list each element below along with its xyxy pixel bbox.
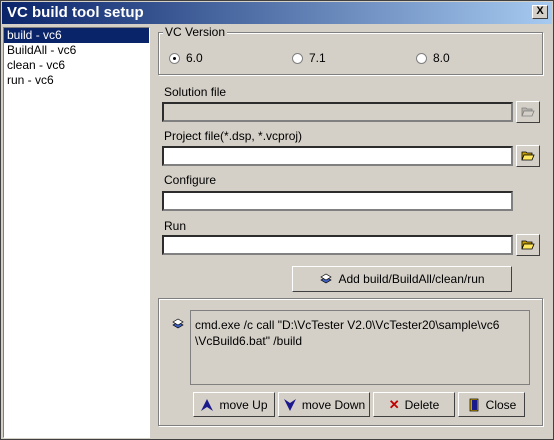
move-down-label: move Down (301, 397, 366, 412)
radio-label: 8.0 (433, 51, 450, 65)
close-label: Close (485, 397, 517, 412)
list-item[interactable]: run - vc6 (4, 73, 149, 88)
list-item[interactable]: build - vc6 (4, 28, 149, 43)
radio-vc-7-1[interactable]: 7.1 (292, 51, 326, 65)
arrow-up-icon (200, 398, 214, 412)
delete-label: Delete (404, 397, 440, 412)
command-preview: cmd.exe /c call "D:\VcTester V2.0\VcTest… (190, 310, 530, 385)
move-up-button[interactable]: move Up (193, 392, 275, 417)
run-field[interactable] (162, 235, 513, 255)
folder-open-icon (521, 240, 535, 250)
list-item[interactable]: BuildAll - vc6 (4, 43, 149, 58)
door-exit-icon (467, 398, 481, 412)
setup-window: VC build tool setup X build - vc6 BuildA… (0, 0, 554, 440)
radio-checked-icon (169, 52, 180, 64)
solution-file-label: Solution file (164, 85, 227, 99)
command-line-2: \VcBuild6.bat" /build (195, 334, 302, 348)
radio-vc-8-0[interactable]: 8.0 (416, 51, 450, 65)
project-file-label: Project file(*.dsp, *.vcproj) (164, 129, 303, 143)
configure-label: Configure (164, 173, 217, 187)
radio-label: 6.0 (186, 51, 203, 65)
window-close-button[interactable]: X (532, 5, 548, 19)
configure-field[interactable] (162, 191, 513, 211)
radio-unchecked-icon (292, 52, 303, 64)
window-title: VC build tool setup (7, 4, 144, 21)
add-build-button[interactable]: Add build/BuildAll/clean/run (292, 266, 512, 292)
config-list[interactable]: build - vc6 BuildAll - vc6 clean - vc6 r… (3, 27, 150, 438)
stack-add-icon (319, 272, 333, 286)
radio-unchecked-icon (416, 52, 427, 64)
title-bar[interactable]: VC build tool setup X (2, 2, 552, 24)
stack-icon (171, 317, 185, 334)
vc-version-label: VC Version (163, 25, 228, 39)
folder-open-icon (521, 107, 535, 117)
project-browse-button[interactable] (516, 145, 540, 167)
close-button[interactable]: Close (458, 392, 525, 417)
move-down-button[interactable]: move Down (278, 392, 370, 417)
command-line-1: cmd.exe /c call "D:\VcTester V2.0\VcTest… (195, 318, 500, 332)
delete-button[interactable]: ✕ Delete (373, 392, 455, 417)
folder-open-icon (521, 151, 535, 161)
radio-label: 7.1 (309, 51, 326, 65)
solution-file-field (162, 102, 513, 122)
delete-x-icon: ✕ (388, 396, 400, 412)
run-browse-button[interactable] (516, 234, 540, 256)
radio-vc-6-0[interactable]: 6.0 (169, 51, 203, 65)
list-item[interactable]: clean - vc6 (4, 58, 149, 73)
project-file-field[interactable] (162, 146, 513, 166)
add-build-label: Add build/BuildAll/clean/run (338, 272, 485, 286)
solution-browse-button (516, 101, 540, 123)
run-label: Run (164, 219, 187, 233)
move-up-label: move Up (219, 397, 268, 412)
arrow-down-icon (283, 398, 297, 412)
